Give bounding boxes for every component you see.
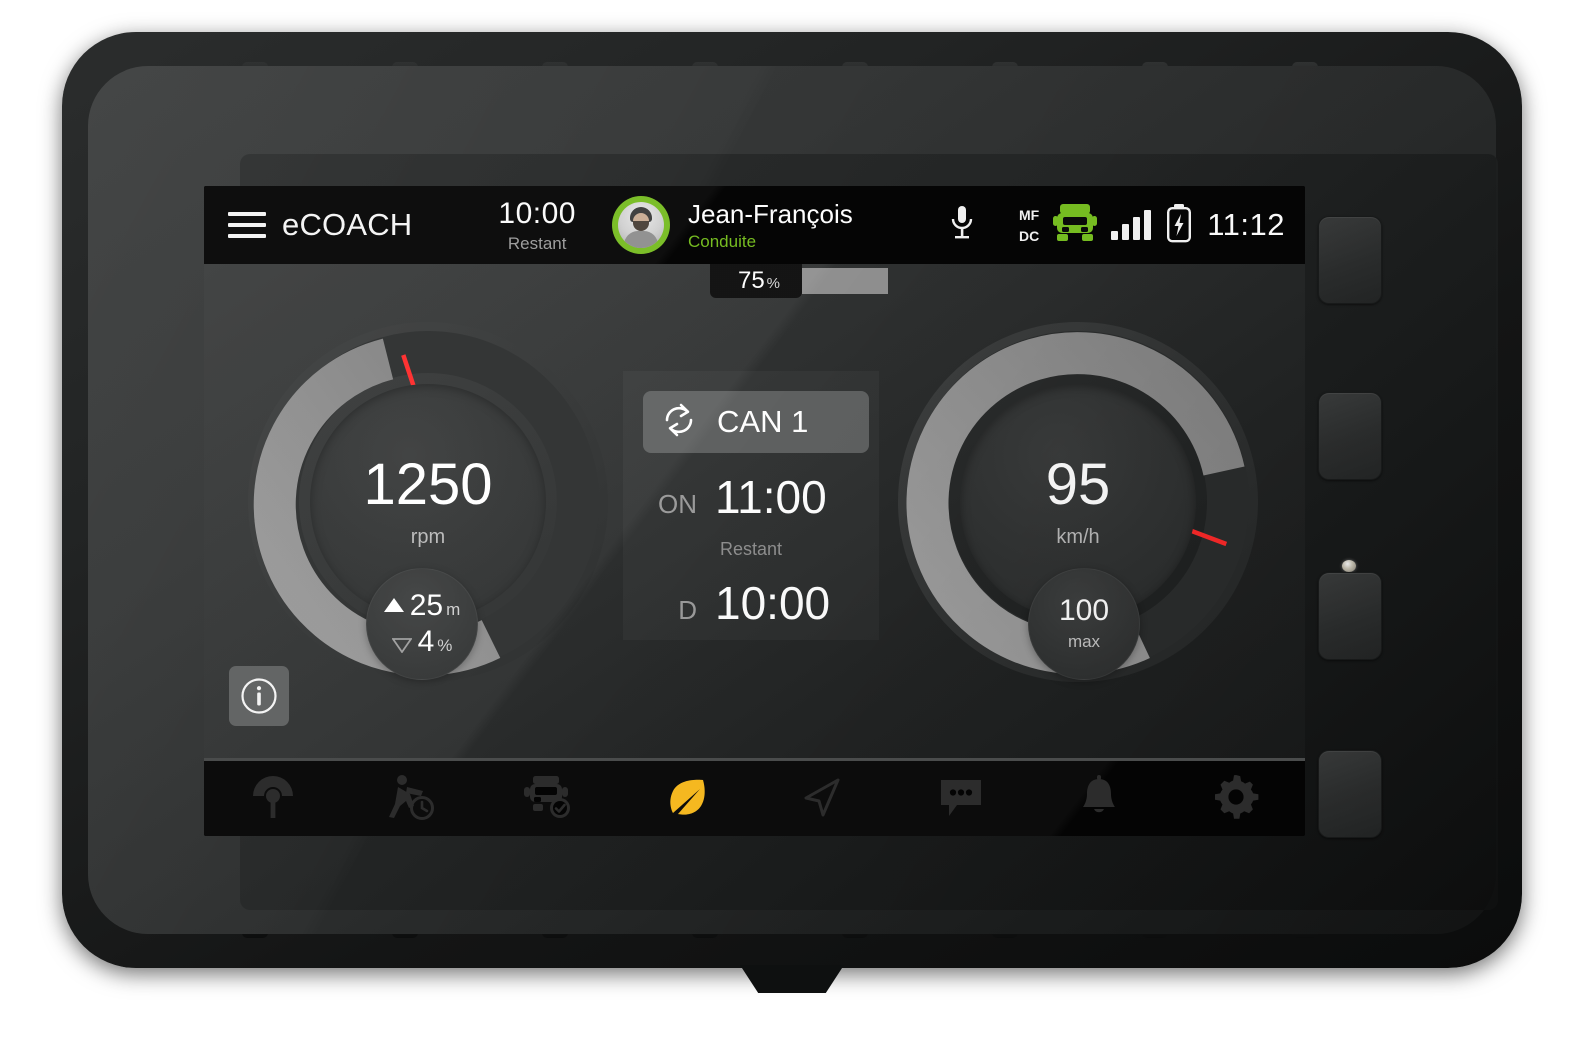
eco-progress-value: 75 — [737, 267, 765, 294]
truck-icon — [1053, 202, 1098, 249]
max-speed-value: 100 — [1058, 594, 1110, 627]
signal-bars-icon — [1111, 210, 1152, 240]
bus-mode-indicator: MF DC — [1019, 208, 1039, 243]
altitude-slope-badge[interactable]: 25 m 4 % — [366, 568, 478, 680]
sync-refresh-icon — [661, 402, 697, 443]
status-indicators: MF DC 11:12 — [1019, 202, 1285, 249]
rpm-unit: rpm — [410, 525, 446, 548]
app-title: eCOACH — [282, 207, 413, 242]
status-bar: eCOACH 10:00 Restant Jean-François Condu… — [204, 186, 1305, 264]
max-speed-badge[interactable]: 100 max — [1028, 568, 1140, 680]
remaining-timer: 10:00 Restant — [498, 196, 576, 253]
altitude-row: 25 m — [383, 589, 461, 622]
max-speed-label: max — [1067, 632, 1101, 651]
avatar-ring — [611, 196, 670, 254]
hardware-button-2[interactable] — [1318, 392, 1382, 480]
tab-messages[interactable] — [892, 776, 1030, 818]
device-stage: eCOACH 10:00 Restant Jean-François Condu… — [0, 0, 1584, 1040]
hardware-button-1[interactable] — [1318, 216, 1382, 304]
battery-charging-icon — [1165, 203, 1193, 248]
bell-icon — [1082, 775, 1115, 813]
remaining-timer-label: Restant — [507, 233, 567, 253]
gear-icon — [1215, 775, 1259, 819]
navigation-arrow-icon — [804, 778, 840, 817]
down-triangle-icon — [390, 638, 413, 654]
bus-mode-top: MF — [1018, 206, 1040, 223]
hardware-button-column — [1304, 216, 1400, 922]
tab-vehicle-check[interactable] — [479, 774, 617, 820]
tab-settings[interactable] — [1167, 773, 1305, 821]
screen: eCOACH 10:00 Restant Jean-François Condu… — [204, 186, 1305, 836]
driver-status: Conduite — [687, 231, 757, 251]
tab-tachograph[interactable] — [204, 774, 342, 820]
speed-value: 95 — [1045, 451, 1111, 517]
driver-info[interactable]: Jean-François Conduite — [688, 201, 853, 250]
info-circle-icon — [241, 678, 277, 714]
speed-unit: km/h — [1056, 525, 1100, 548]
info-button[interactable] — [229, 666, 289, 726]
can-row-on-value: 11:00 — [715, 471, 827, 523]
driver-avatar[interactable] — [611, 196, 670, 254]
main-content: 75 % 1250 rpm 25 m 4 % CAN 1 ON 11:00 Re… — [204, 264, 1305, 758]
can-selector-label: CAN 1 — [717, 404, 809, 439]
can-row-d-key: D — [678, 595, 697, 625]
rpm-gauge: 1250 rpm 25 m 4 % — [248, 322, 608, 682]
can-row-on: ON 11:00 — [635, 474, 827, 520]
up-triangle-icon — [383, 598, 404, 612]
can-row-d-value: 10:00 — [715, 577, 831, 629]
chat-bubble-icon — [940, 780, 981, 816]
eco-progress-track — [802, 268, 888, 294]
system-clock: 11:12 — [1207, 207, 1285, 242]
driver-name: Jean-François — [687, 198, 853, 229]
driver-activity-clock-icon — [389, 775, 435, 820]
status-led — [1342, 560, 1356, 572]
remaining-timer-value: 10:00 — [498, 196, 576, 230]
hamburger-menu-icon[interactable] — [228, 212, 266, 238]
max-speed-row: 100 — [1059, 596, 1109, 626]
eco-progress-label: 75 % — [710, 264, 802, 298]
tab-eco[interactable] — [617, 773, 755, 821]
can-row-on-key: ON — [658, 489, 697, 519]
speed-gauge: 95 km/h 100 max — [898, 322, 1258, 682]
microphone-icon[interactable] — [949, 204, 975, 247]
altitude-value: 25 — [409, 589, 444, 622]
slope-row: 4 % — [390, 625, 453, 658]
hardware-button-3[interactable] — [1318, 572, 1382, 660]
can-selector-button[interactable]: CAN 1 — [643, 391, 869, 453]
tab-bar-divider — [204, 758, 1305, 761]
tab-alerts[interactable] — [1030, 774, 1168, 820]
tachograph-icon — [252, 776, 293, 818]
tab-activity[interactable] — [342, 774, 480, 820]
eco-progress-bar: 75 % — [710, 264, 888, 298]
leaf-icon — [670, 779, 705, 815]
hardware-button-4[interactable] — [1318, 750, 1382, 838]
eco-progress-unit: % — [766, 275, 781, 292]
truck-check-icon — [524, 776, 571, 818]
altitude-unit: m — [446, 600, 461, 619]
can-info-panel: CAN 1 ON 11:00 Restant D 10:00 — [623, 371, 879, 640]
device-mount-tab — [740, 965, 844, 993]
bus-mode-bottom: DC — [1018, 227, 1040, 244]
slope-unit: % — [437, 636, 453, 655]
rpm-value: 1250 — [363, 451, 493, 517]
can-row-d: D 10:00 — [635, 580, 830, 626]
tab-navigation[interactable] — [755, 774, 893, 820]
tab-bar — [204, 758, 1305, 836]
avatar-photo — [617, 202, 664, 248]
slope-value: 4 — [417, 625, 435, 658]
can-middle-label: Restant — [719, 539, 783, 559]
